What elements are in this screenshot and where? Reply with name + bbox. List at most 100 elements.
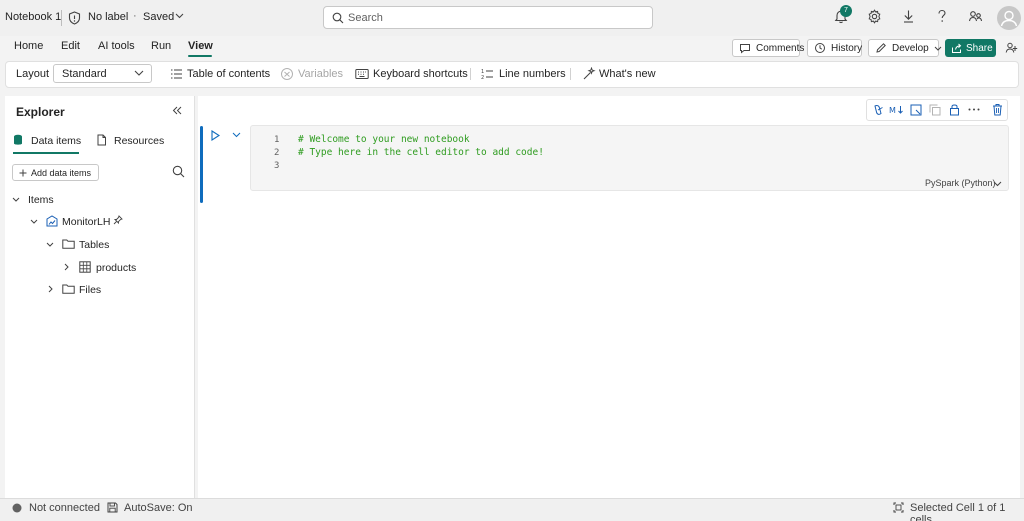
layout-value: Standard: [62, 68, 107, 80]
save-status[interactable]: Saved: [143, 11, 174, 23]
collaborate-people-icon[interactable]: [1005, 41, 1019, 55]
layout-label: Layout: [16, 68, 50, 80]
keyboard-icon[interactable]: [355, 68, 369, 80]
database-icon: [13, 134, 23, 146]
explorer-panel: [5, 96, 195, 498]
select-cell-icon[interactable]: [910, 104, 922, 116]
copilot-icon[interactable]: [872, 104, 884, 116]
notification-count-badge: 7: [840, 5, 852, 17]
menu-view[interactable]: View: [188, 40, 213, 52]
autosave-status[interactable]: AutoSave: On: [124, 502, 193, 514]
language-chevron-down-icon[interactable]: [993, 181, 1002, 187]
variables-icon: [280, 67, 294, 81]
cell-language[interactable]: PySpark (Python): [925, 178, 996, 188]
add-data-items-button[interactable]: Add data items: [12, 164, 99, 181]
share-icon: [951, 43, 962, 54]
tables-chevron-down-icon[interactable]: [46, 242, 54, 247]
tab-active-indicator: [13, 152, 79, 154]
share-label: Share: [966, 42, 993, 54]
items-chevron-down-icon[interactable]: [12, 197, 20, 202]
files-chevron-right-icon[interactable]: [48, 285, 53, 293]
menu-active-indicator: [188, 55, 212, 57]
history-button[interactable]: History: [807, 39, 862, 57]
delete-cell-trash-icon[interactable]: [992, 103, 1003, 116]
title-dot-separator: ·: [133, 10, 137, 22]
add-data-items-label: Add data items: [31, 167, 92, 178]
files-folder-icon: [62, 284, 75, 294]
tree-items[interactable]: Items: [28, 194, 54, 206]
table-grid-icon: [79, 261, 91, 273]
more-options-ellipsis-icon[interactable]: [968, 108, 980, 111]
run-cell-play-icon[interactable]: [211, 130, 220, 141]
table-of-contents-icon[interactable]: [170, 68, 183, 80]
menu-run[interactable]: Run: [151, 40, 171, 52]
tree-table-products[interactable]: products: [96, 262, 136, 274]
keyboard-shortcuts-button[interactable]: Keyboard shortcuts: [373, 68, 468, 80]
line-number: 1: [274, 135, 280, 145]
lakehouse-chevron-down-icon[interactable]: [30, 219, 38, 224]
line-number: 2: [274, 148, 280, 158]
code-line[interactable]: # Welcome to your new notebook: [298, 134, 470, 145]
toolbar-divider: [470, 68, 471, 80]
title-divider: [61, 10, 62, 26]
tab-data-items[interactable]: Data items: [31, 135, 81, 147]
connection-status-dot-icon: [12, 503, 22, 513]
search-icon: [332, 12, 344, 24]
settings-gear-icon[interactable]: [867, 9, 882, 24]
plus-icon: [19, 169, 27, 177]
notebook-name[interactable]: Notebook 1: [5, 11, 61, 23]
products-chevron-right-icon[interactable]: [64, 263, 69, 271]
table-of-contents-button[interactable]: Table of contents: [187, 68, 270, 80]
explorer-search-icon[interactable]: [172, 165, 185, 178]
tree-lakehouse-monitorlh[interactable]: MonitorLH: [62, 216, 110, 228]
sensitivity-label[interactable]: No label: [88, 11, 128, 23]
whats-new-sparkle-icon[interactable]: [582, 67, 596, 81]
comments-label: Comments: [756, 42, 805, 54]
tree-files-folder[interactable]: Files: [79, 284, 101, 296]
variables-button: Variables: [298, 68, 344, 80]
svg-text:M: M: [889, 106, 896, 115]
sensitivity-shield-icon[interactable]: [68, 11, 81, 25]
share-button[interactable]: Share: [945, 39, 996, 57]
develop-chevron-down-icon: [934, 46, 942, 51]
lock-cell-icon[interactable]: [949, 103, 960, 116]
comment-icon: [739, 43, 751, 54]
connection-status[interactable]: Not connected: [29, 502, 100, 514]
toolbar-divider-2: [570, 68, 571, 80]
history-label: History: [831, 42, 863, 54]
svg-text:2: 2: [481, 75, 484, 81]
code-line[interactable]: # Type here in the cell editor to add co…: [298, 147, 544, 158]
develop-label: Develop: [892, 42, 929, 54]
help-icon[interactable]: [936, 9, 948, 24]
develop-button[interactable]: Develop: [868, 39, 942, 57]
line-numbers-button[interactable]: Line numbers: [499, 68, 566, 80]
run-options-chevron-down-icon[interactable]: [232, 132, 241, 138]
feedback-people-icon[interactable]: [968, 9, 983, 24]
pencil-icon: [875, 42, 887, 54]
comments-button[interactable]: Comments: [732, 39, 804, 57]
menu-edit[interactable]: Edit: [61, 40, 80, 52]
menu-home[interactable]: Home: [14, 40, 43, 52]
pin-icon[interactable]: [113, 215, 123, 225]
menu-ai-tools[interactable]: AI tools: [98, 40, 135, 52]
search-input[interactable]: Search: [323, 6, 653, 29]
lakehouse-icon: [46, 215, 58, 227]
resources-document-icon: [96, 134, 107, 146]
user-avatar[interactable]: [997, 6, 1021, 30]
tree-tables-folder[interactable]: Tables: [79, 239, 109, 251]
download-icon[interactable]: [902, 9, 915, 24]
autosave-save-icon: [107, 502, 118, 513]
layout-select[interactable]: Standard: [53, 64, 152, 83]
history-icon: [814, 42, 826, 54]
tables-folder-icon: [62, 239, 75, 249]
copy-cell-icon: [929, 104, 941, 116]
convert-to-markdown-icon[interactable]: M: [889, 104, 904, 116]
layout-chevron-down-icon: [134, 70, 144, 76]
tab-resources[interactable]: Resources: [114, 135, 164, 147]
collapse-panel-icon[interactable]: [172, 106, 182, 115]
line-numbers-icon[interactable]: 12: [481, 67, 494, 81]
save-status-chevron-down-icon[interactable]: [175, 13, 184, 19]
selection-frame-icon: [893, 502, 904, 513]
whats-new-button[interactable]: What's new: [599, 68, 656, 80]
selection-status: Selected Cell 1 of 1 cells: [910, 502, 1006, 521]
